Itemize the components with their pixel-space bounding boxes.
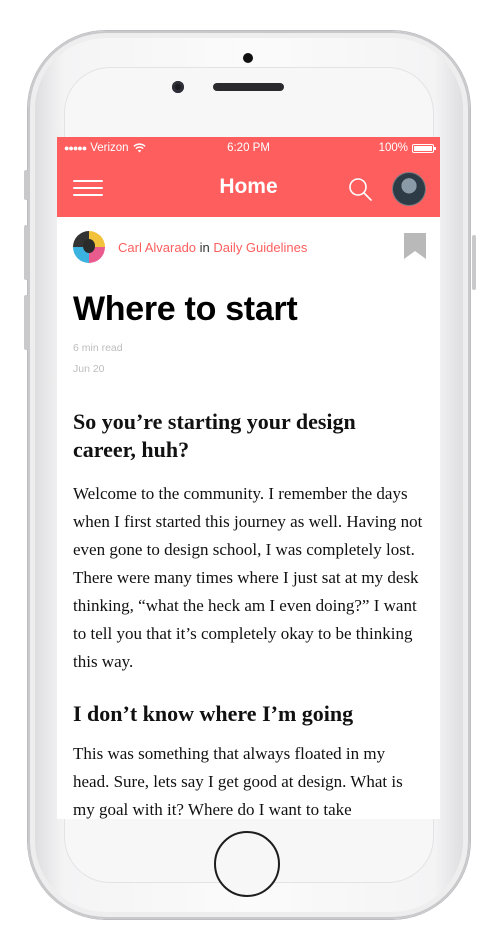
proximity-sensor bbox=[243, 53, 253, 63]
section-body: This was something that always floated i… bbox=[73, 744, 403, 819]
author-avatar[interactable] bbox=[73, 231, 105, 263]
battery-icon bbox=[412, 143, 436, 153]
section-heading: I don’t know where I’m going bbox=[73, 701, 354, 726]
author-byline: Carl Alvarado in Daily Guidelines bbox=[118, 240, 307, 255]
home-button[interactable] bbox=[214, 831, 280, 897]
mute-switch bbox=[24, 170, 28, 200]
battery-fill bbox=[414, 145, 432, 151]
author-row: Carl Alvarado in Daily Guidelines bbox=[73, 231, 307, 263]
status-bar: ●●●●● Verizon 6:20 PM 100% bbox=[57, 137, 440, 161]
battery-percent: 100% bbox=[378, 142, 408, 154]
earpiece-speaker bbox=[213, 83, 284, 91]
article-title: Where to start bbox=[73, 290, 298, 328]
power-button bbox=[472, 235, 476, 290]
search-icon[interactable] bbox=[347, 176, 373, 202]
volume-up-button bbox=[24, 225, 28, 280]
author-link[interactable]: Carl Alvarado bbox=[118, 240, 196, 255]
navbar: Home bbox=[57, 161, 440, 217]
byline-in: in bbox=[199, 239, 210, 255]
read-time: 6 min read bbox=[73, 342, 123, 354]
volume-down-button bbox=[24, 295, 28, 350]
screen: ●●●●● Verizon 6:20 PM 100% Home Carl Alv… bbox=[57, 137, 440, 819]
section-heading: So you’re starting your design career, h… bbox=[73, 409, 356, 462]
publish-date: Jun 20 bbox=[73, 363, 105, 375]
user-avatar[interactable] bbox=[392, 172, 426, 206]
front-camera bbox=[172, 81, 184, 93]
bookmark-icon[interactable] bbox=[404, 233, 426, 259]
publication-link[interactable]: Daily Guidelines bbox=[213, 240, 307, 255]
section-body: Welcome to the community. I remember the… bbox=[73, 484, 423, 671]
page-title: Home bbox=[219, 175, 278, 198]
battery-group: 100% bbox=[378, 142, 436, 154]
